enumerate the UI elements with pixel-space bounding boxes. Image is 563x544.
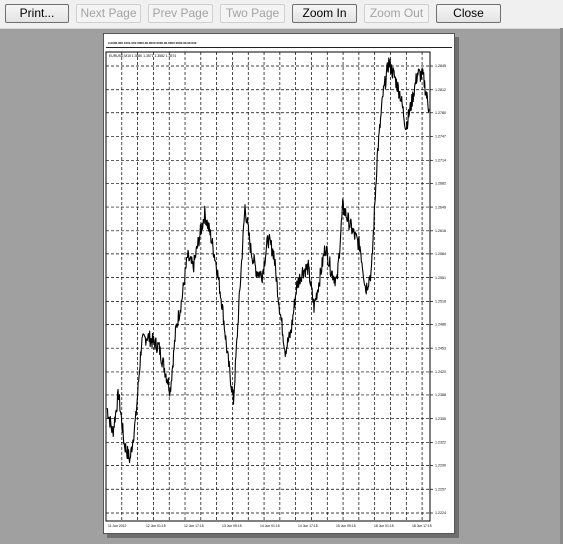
print-button[interactable]: Print... (5, 4, 69, 23)
y-tick-label: 1.2747 (435, 135, 446, 139)
y-tick-label: 1.2616 (435, 229, 446, 233)
x-tick-label: 12 Jun 17:15 (184, 524, 204, 528)
zoom-in-button[interactable]: Zoom In (292, 4, 357, 23)
chart-symbol-line: EURUSD,M15 1.3580 1.3571 1.3582 1.3574 (109, 54, 176, 58)
next-page-button[interactable]: Next Page (76, 4, 141, 23)
x-tick-label: 14 Jun 01:15 (260, 524, 280, 528)
x-tick-label: 18 Jun 17:15 (412, 524, 432, 528)
close-button[interactable]: Close (436, 4, 501, 23)
prev-page-button[interactable]: Prev Page (148, 4, 213, 23)
y-tick-label: 1.2551 (435, 276, 446, 280)
y-tick-label: 1.2355 (435, 417, 446, 421)
x-tick-label: 12 Jun 01:15 (146, 524, 166, 528)
y-tick-label: 1.2290 (435, 464, 446, 468)
y-tick-label: 1.2257 (435, 487, 446, 491)
zoom-out-button[interactable]: Zoom Out (364, 4, 429, 23)
y-tick-label: 1.2388 (435, 393, 446, 397)
y-tick-label: 1.2845 (435, 64, 446, 68)
x-tick-label: 18 Jun 01:15 (374, 524, 394, 528)
y-tick-label: 1.2486 (435, 323, 446, 327)
print-preview-toolbar: Print... Next Page Prev Page Two Page Zo… (0, 0, 563, 29)
y-tick-label: 1.2224 (435, 511, 446, 515)
y-tick-label: 1.2322 (435, 441, 446, 445)
y-tick-label: 1.2812 (435, 88, 446, 92)
x-tick-label: 15 Jun 09:15 (336, 524, 356, 528)
y-tick-label: 1.2780 (435, 111, 446, 115)
y-tick-label: 1.2649 (435, 205, 446, 209)
preview-page: #.0000.000 1001.000 0000.00.0000 0000.00… (103, 33, 455, 534)
price-series-line (106, 57, 430, 464)
x-tick-label: 14 Jun 17:15 (298, 524, 318, 528)
price-chart: EURUSD,M15 1.3580 1.3571 1.3582 1.3574 1.… (104, 34, 456, 535)
y-tick-label: 1.2453 (435, 346, 446, 350)
y-tick-label: 1.2714 (435, 158, 446, 162)
chart-canvas: EURUSD,M15 1.3580 1.3571 1.3582 1.3574 1.… (105, 51, 446, 528)
two-page-button[interactable]: Two Page (220, 4, 285, 23)
y-tick-label: 1.2584 (435, 252, 446, 256)
plot-frame (105, 51, 431, 522)
x-tick-label: 13 Jun 09:15 (222, 524, 242, 528)
y-tick-label: 1.2682 (435, 182, 446, 186)
y-tick-label: 1.2420 (435, 370, 446, 374)
x-tick-label: 11 Jun 2012 (108, 524, 127, 528)
y-tick-label: 1.2518 (435, 300, 446, 304)
